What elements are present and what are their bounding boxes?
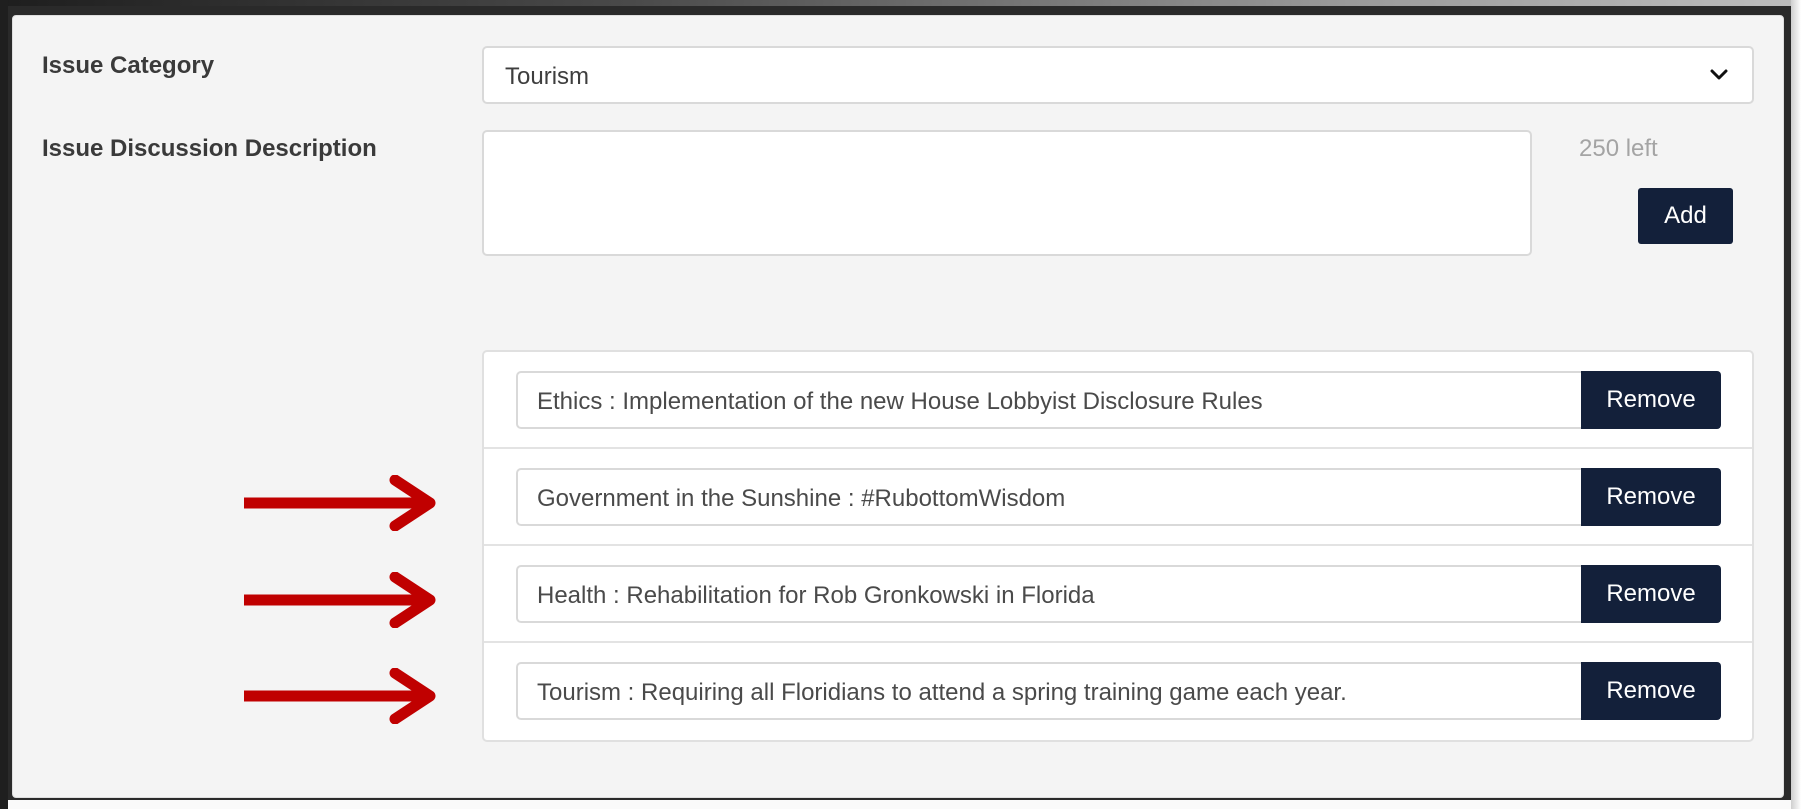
issue-text-field[interactable]: Health : Rehabilitation for Rob Gronkows… [516,565,1582,623]
panel-bottom-edge [8,800,1791,809]
issue-text-field[interactable]: Ethics : Implementation of the new House… [516,371,1582,429]
remove-issue-button[interactable]: Remove [1581,371,1721,429]
issue-category-label: Issue Category [42,52,215,79]
remove-issue-button[interactable]: Remove [1581,565,1721,623]
issue-text-field[interactable]: Tourism : Requiring all Floridians to at… [516,662,1582,720]
issue-description-textarea[interactable] [482,130,1532,256]
issue-description-label: Issue Discussion Description [42,135,377,162]
list-item: Government in the Sunshine : #RubottomWi… [484,449,1752,546]
characters-left-counter: 250 left [1579,135,1658,162]
remove-issue-button[interactable]: Remove [1581,662,1721,720]
red-arrow-icon [244,668,436,724]
screen-right-edge [1791,0,1801,809]
issue-text: Government in the Sunshine : #RubottomWi… [537,485,1066,512]
issue-category-value: Tourism [505,63,590,90]
issue-text: Ethics : Implementation of the new House… [537,388,1263,415]
list-item: Ethics : Implementation of the new House… [484,352,1752,449]
issue-text-field[interactable]: Government in the Sunshine : #RubottomWi… [516,468,1582,526]
add-issue-button[interactable]: Add [1638,188,1733,244]
red-arrow-icon [244,475,436,531]
chevron-down-icon [1710,69,1728,80]
screen-top-edge [0,0,1801,6]
issue-list: Ethics : Implementation of the new House… [482,350,1754,742]
screen-left-edge [0,0,8,809]
issue-text: Health : Rehabilitation for Rob Gronkows… [537,582,1095,609]
remove-issue-button[interactable]: Remove [1581,468,1721,526]
issue-text: Tourism : Requiring all Floridians to at… [537,679,1347,706]
list-item: Health : Rehabilitation for Rob Gronkows… [484,546,1752,643]
red-arrow-icon [244,572,436,628]
list-item: Tourism : Requiring all Floridians to at… [484,643,1752,740]
issue-category-select[interactable]: Tourism [482,46,1754,104]
